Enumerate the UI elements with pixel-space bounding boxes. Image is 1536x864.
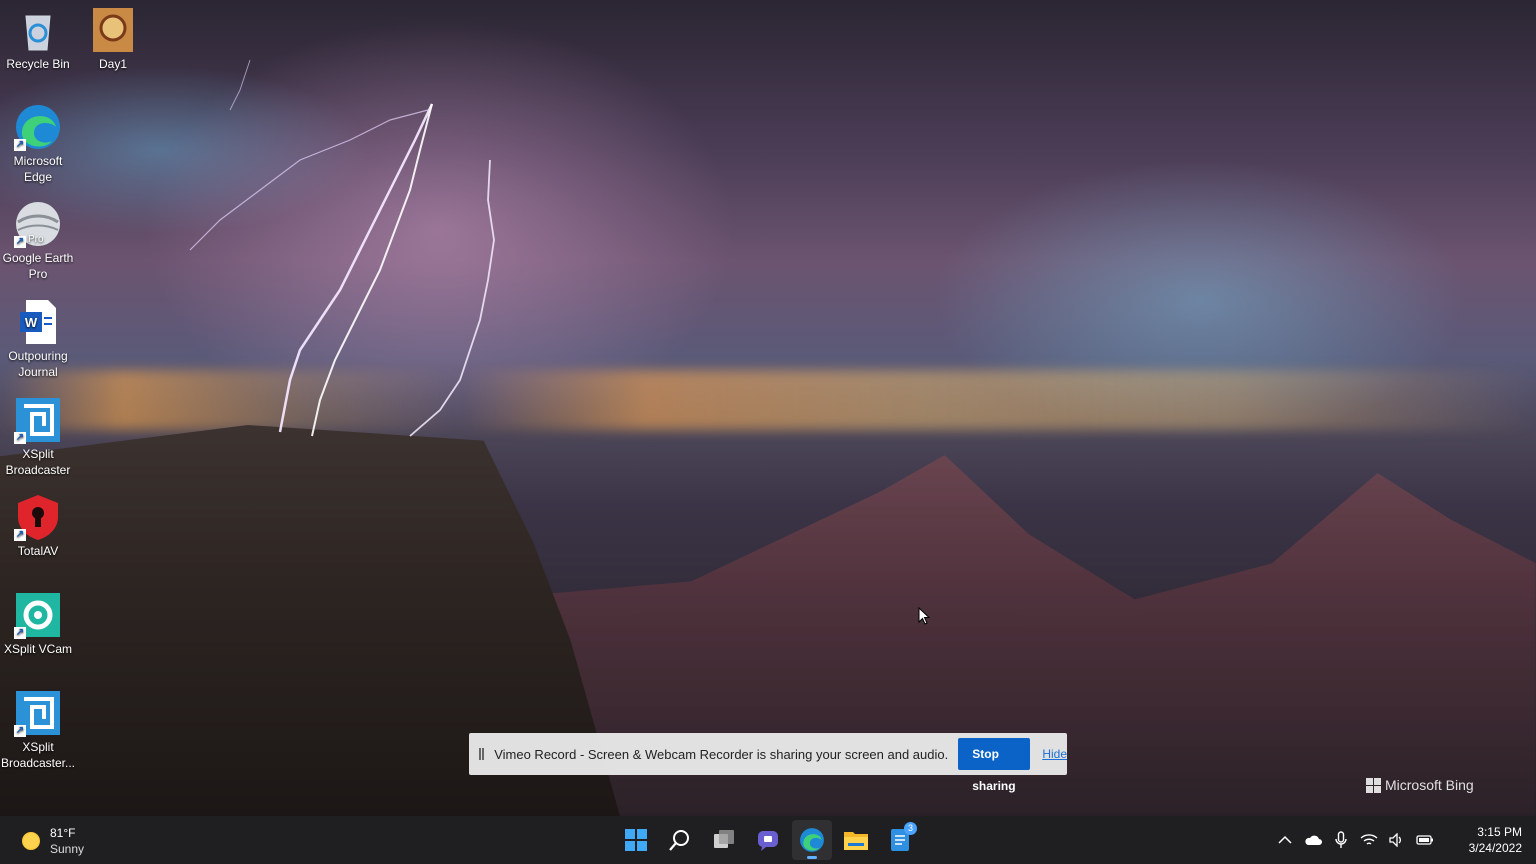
- microphone-button[interactable]: [1332, 828, 1350, 852]
- desktop-icon-xsplit-vcam[interactable]: ↗ XSplit VCam: [0, 591, 76, 657]
- clock-time: 3:15 PM: [1477, 825, 1522, 839]
- bing-watermark: Microsoft Bing: [1366, 777, 1474, 793]
- teams-chat-button[interactable]: [748, 820, 788, 860]
- shortcut-arrow-icon: ↗: [14, 432, 26, 444]
- weather-condition: Sunny: [50, 842, 85, 856]
- hide-link[interactable]: Hide: [1042, 747, 1067, 761]
- onedrive-cloud-icon: [1305, 835, 1322, 845]
- shortcut-arrow-icon: ↗: [14, 529, 26, 541]
- start-icon: [625, 829, 647, 851]
- recycle-bin-icon: [14, 6, 62, 54]
- clock-date: 3/24/2022: [1468, 841, 1522, 855]
- wifi-icon: [1360, 834, 1378, 845]
- desktop-icon-label: Day1: [98, 57, 127, 71]
- edge-taskbar-button[interactable]: [792, 820, 832, 860]
- shortcut-arrow-icon: ↗: [14, 139, 26, 151]
- battery-icon: [1416, 835, 1433, 845]
- search-icon: [669, 830, 689, 851]
- volume-button[interactable]: [1388, 828, 1406, 852]
- battery-button[interactable]: [1416, 828, 1434, 852]
- microsoft-logo-icon: [1366, 777, 1381, 793]
- desktop-icon-label: XSplit VCam: [3, 642, 73, 656]
- wallpaper-lightning: [189, 59, 495, 437]
- desktop-icon-label: Google Earth Pro: [2, 251, 74, 281]
- taskbar: 81°F Sunny 3 3:15 PM 3/24/2022: [0, 816, 1536, 864]
- svg-text:W: W: [25, 315, 38, 330]
- xsplit-broadcaster-icon: ↗: [14, 396, 62, 444]
- active-indicator: [807, 856, 817, 859]
- clock[interactable]: 3:15 PM 3/24/2022: [1462, 824, 1522, 856]
- desktop-icon-xsplit-broadcaster[interactable]: ↗ XSplit Broadcaster: [0, 396, 76, 478]
- edge-icon: ↗: [14, 103, 62, 151]
- shortcut-arrow-icon: ↗: [14, 627, 26, 639]
- speaker-icon: [1389, 833, 1401, 847]
- totalav-shield-icon: ↗: [14, 493, 62, 541]
- mouse-cursor-icon: [918, 607, 930, 625]
- share-message: Vimeo Record - Screen & Webcam Recorder …: [494, 746, 949, 762]
- shortcut-arrow-icon: ↗: [14, 725, 26, 737]
- system-tray: [1276, 828, 1434, 852]
- desktop-icon-microsoft-edge[interactable]: ↗ Microsoft Edge: [0, 103, 76, 185]
- desktop-icon-outpouring-journal[interactable]: W Outpouring Journal: [0, 298, 76, 380]
- notepad-button[interactable]: 3: [880, 820, 920, 860]
- desktop-icon-label: XSplit Broadcaster: [5, 447, 71, 477]
- desktop-icon-recycle-bin[interactable]: Recycle Bin: [0, 6, 76, 72]
- desktop-icon-label: Microsoft Edge: [13, 154, 63, 184]
- network-button[interactable]: [1360, 828, 1378, 852]
- weather-temp: 81°F: [50, 826, 76, 840]
- edge-icon: [800, 828, 824, 852]
- drag-handle-icon[interactable]: [479, 748, 485, 760]
- taskbar-apps: 3: [616, 820, 920, 860]
- desktop-icon-day1[interactable]: Day1: [75, 6, 151, 72]
- microphone-icon: [1335, 831, 1347, 848]
- desktop-icon-label: Outpouring Journal: [8, 349, 68, 379]
- teams-chat-icon: [758, 831, 778, 851]
- file-explorer-icon: [844, 832, 868, 850]
- desktop-icon-google-earth-pro[interactable]: ↗ Pro Google Earth Pro: [0, 200, 76, 282]
- weather-widget[interactable]: 81°F Sunny: [22, 825, 84, 857]
- stop-sharing-button[interactable]: Stop sharing: [958, 738, 1031, 793]
- pro-badge: Pro: [28, 234, 44, 245]
- screen-share-banner: Vimeo Record - Screen & Webcam Recorder …: [469, 733, 1067, 793]
- desktop-icon-totalav[interactable]: ↗ TotalAV: [0, 493, 76, 559]
- document-thumbnail-icon: [89, 6, 137, 54]
- show-hidden-icons-button[interactable]: [1276, 828, 1294, 852]
- desktop-icon-label: XSplit Broadcaster...: [0, 740, 76, 770]
- xsplit-broadcaster-icon: ↗: [14, 689, 62, 737]
- desktop-icon-label: TotalAV: [17, 544, 59, 558]
- xsplit-vcam-icon: ↗: [14, 591, 62, 639]
- desktop-icon-label: Recycle Bin: [6, 57, 70, 71]
- search-button[interactable]: [660, 820, 700, 860]
- start-button[interactable]: [616, 820, 656, 860]
- sun-icon: [22, 832, 40, 850]
- desktop-icon-xsplit-broadcaster-2[interactable]: ↗ XSplit Broadcaster...: [0, 689, 76, 771]
- task-view-icon: [714, 830, 734, 848]
- file-explorer-button[interactable]: [836, 820, 876, 860]
- word-document-icon: W: [14, 298, 62, 346]
- onedrive-button[interactable]: [1304, 828, 1322, 852]
- notification-badge: 3: [904, 822, 917, 835]
- shortcut-arrow-icon: ↗: [14, 236, 26, 248]
- chevron-up-icon: [1278, 835, 1292, 844]
- watermark-text: Microsoft Bing: [1385, 777, 1474, 793]
- task-view-button[interactable]: [704, 820, 744, 860]
- google-earth-icon: ↗ Pro: [14, 200, 62, 248]
